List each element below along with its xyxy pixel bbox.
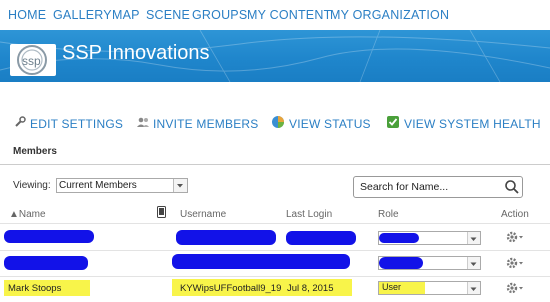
members-heading: Members (13, 146, 57, 157)
column-header-last-login[interactable]: Last Login (286, 209, 332, 220)
redaction-mark (176, 230, 276, 245)
view-system-health-link[interactable]: VIEW SYSTEM HEALTH (404, 117, 541, 131)
viewing-select[interactable]: Current Members (56, 178, 188, 193)
column-header-name[interactable]: ▲Name (9, 209, 46, 220)
edit-settings-link[interactable]: EDIT SETTINGS (30, 117, 123, 131)
viewing-label: Viewing: (13, 180, 51, 191)
top-nav: HOME GALLERY MAP SCENE GROUPS MY CONTENT… (0, 0, 550, 30)
row-divider (0, 276, 550, 277)
org-banner: ssp SSP Innovations (0, 30, 550, 82)
role-select[interactable] (378, 256, 481, 270)
logo-text: ssp (22, 54, 41, 68)
role-select-value: User (382, 282, 402, 292)
nav-my-content[interactable]: MY CONTENT (247, 8, 331, 22)
row-divider (0, 250, 550, 251)
column-header-action: Action (501, 209, 529, 220)
invite-members-link[interactable]: INVITE MEMBERS (153, 117, 258, 131)
pie-chart-icon (272, 116, 284, 128)
redaction-mark (286, 231, 356, 245)
wrench-icon (15, 116, 26, 127)
chevron-down-icon[interactable] (467, 282, 480, 294)
redaction-mark (379, 257, 423, 269)
column-header-username[interactable]: Username (180, 209, 226, 220)
chevron-down-icon[interactable] (467, 232, 480, 244)
view-status-link[interactable]: VIEW STATUS (289, 117, 371, 131)
checkmark-icon (387, 116, 399, 128)
member-username: KYWipsUFFootball9_19 (180, 283, 282, 294)
nav-home[interactable]: HOME (8, 8, 46, 22)
redaction-mark (4, 256, 88, 270)
member-name[interactable]: Mark Stoops (8, 283, 61, 294)
nav-gallery[interactable]: GALLERY (53, 8, 112, 22)
role-select[interactable]: User (378, 281, 481, 295)
gear-icon[interactable] (505, 256, 525, 270)
header-divider (0, 223, 550, 224)
role-select[interactable] (378, 231, 481, 245)
member-last-login: Jul 8, 2015 (287, 283, 334, 294)
org-name: SSP Innovations (62, 42, 210, 64)
column-header-role[interactable]: Role (378, 209, 399, 220)
nav-scene[interactable]: SCENE (146, 8, 190, 22)
nav-my-organization[interactable]: MY ORGANIZATION (330, 8, 449, 22)
chevron-down-icon[interactable] (467, 257, 480, 269)
viewing-select-value: Current Members (59, 180, 137, 191)
redaction-mark (379, 233, 419, 243)
search-input[interactable]: Search for Name... (353, 176, 523, 198)
chevron-down-icon[interactable] (173, 179, 187, 192)
divider (0, 164, 550, 165)
org-logo: ssp (10, 44, 56, 76)
redaction-mark (172, 254, 350, 269)
mobile-device-icon (157, 206, 166, 218)
users-icon (137, 117, 149, 127)
nav-map[interactable]: MAP (112, 8, 140, 22)
gear-icon[interactable] (505, 230, 525, 244)
gear-icon[interactable] (505, 281, 525, 295)
search-placeholder: Search for Name... (360, 181, 449, 193)
redaction-mark (4, 230, 94, 243)
search-icon[interactable] (504, 179, 520, 195)
nav-groups[interactable]: GROUPS (192, 8, 247, 22)
